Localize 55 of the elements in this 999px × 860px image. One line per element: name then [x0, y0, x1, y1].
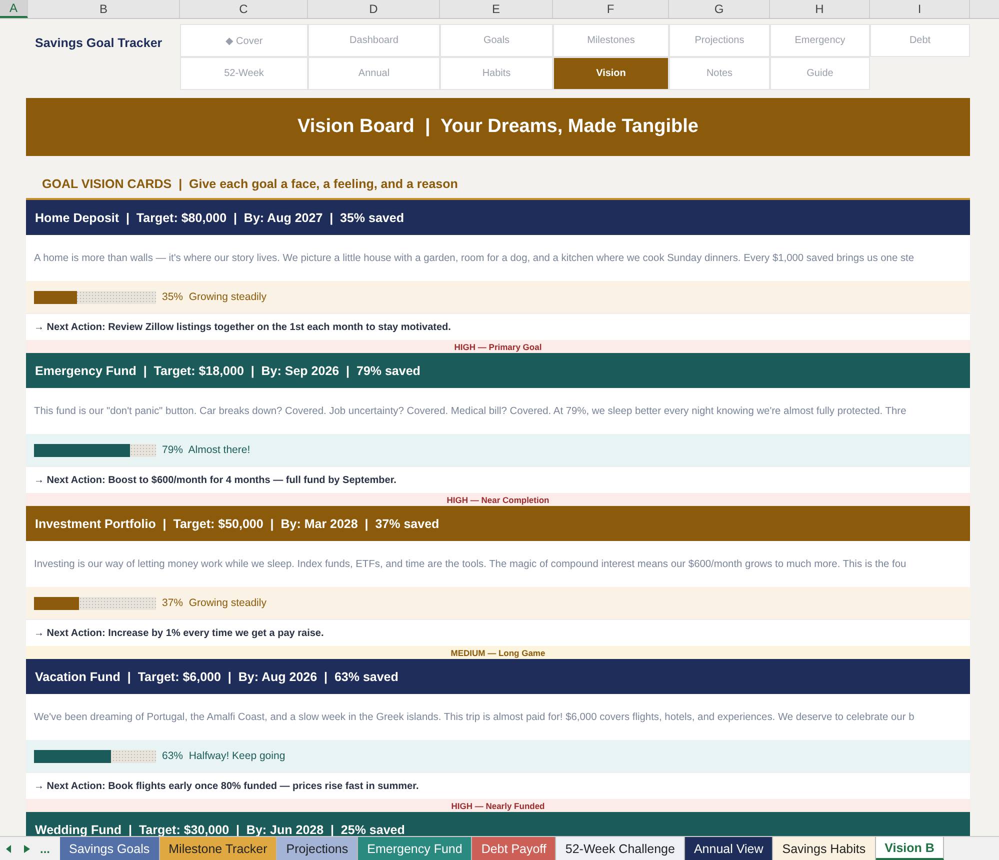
progress-reading: 79% Almost there!	[162, 444, 250, 456]
card-header: Emergency Fund | Target: $18,000 | By: Sep 2026 | 79% saved	[26, 353, 970, 388]
nav-link[interactable]: Goals	[440, 24, 553, 57]
column-header[interactable]: I	[870, 0, 970, 18]
progress-reading: 63% Halfway! Keep going	[162, 750, 286, 762]
nav-link[interactable]: Projections	[669, 24, 770, 57]
card-description: Investing is our way of letting money work while we sleep. Index funds, ETFs, and time are the tools. The magic of compound interest means our $600/month grows to much more. This is the fou	[26, 541, 970, 587]
nav-link[interactable]: Notes	[669, 57, 770, 90]
card-header: Investment Portfolio | Target: $50,000 | By: Mar 2028 | 37% saved	[26, 506, 970, 541]
workbook-title: Savings Goal Tracker	[34, 35, 164, 52]
nav-link[interactable]: Habits	[440, 57, 553, 90]
card-description: This fund is our "don't panic" button. Car breaks down? Covered. Job uncertainty? Covered. Medical bill? Covered. At 79%, we sleep better every night knowing we're almost fully protected. Thre	[26, 388, 970, 434]
nav-link[interactable]: Milestones	[553, 24, 669, 57]
next-action: → Next Action: Review Zillow listings together on the 1st each month to stay motivated.	[26, 313, 970, 340]
column-header[interactable]: D	[308, 0, 440, 18]
sheet-tab[interactable]: Projections	[277, 837, 358, 860]
priority-label: HIGH — Primary Goal	[26, 340, 970, 353]
progress-reading: 37% Growing steadily	[162, 597, 266, 609]
nav-link[interactable]: Dashboard	[308, 24, 440, 57]
sheet-tab[interactable]: 52-Week Challenge	[556, 837, 685, 860]
card-description: A home is more than walls — it's where our story lives. We picture a little house with a garden, room for a dog, and a kitchen where we cook Sunday dinners. Every $1,000 saved brings us one ste	[26, 235, 970, 281]
next-action: → Next Action: Increase by 1% every time we get a pay raise.	[26, 619, 970, 646]
page-banner: Vision Board | Your Dreams, Made Tangible	[26, 98, 970, 156]
column-header[interactable]: G	[669, 0, 770, 18]
card-header: Vacation Fund | Target: $6,000 | By: Aug 2026 | 63% saved	[26, 659, 970, 694]
card-header: Home Deposit | Target: $80,000 | By: Aug 2027 | 35% saved	[26, 200, 970, 235]
column-header[interactable]: F	[553, 0, 669, 18]
scroll-right-icon[interactable]	[24, 844, 30, 852]
priority-label: HIGH — Nearly Funded	[26, 799, 970, 812]
progress-reading: 35% Growing steadily	[162, 291, 266, 303]
priority-label: HIGH — Near Completion	[26, 493, 970, 506]
nav-link[interactable]: Debt	[870, 24, 970, 57]
column-header[interactable]: H	[770, 0, 870, 18]
nav-link[interactable]: ◆ Cover	[180, 24, 308, 57]
column-header[interactable]: E	[440, 0, 553, 18]
nav-link[interactable]: 52-Week	[180, 57, 308, 90]
nav-link[interactable]: Vision	[553, 57, 669, 90]
next-action: → Next Action: Boost to $600/month for 4 months — full fund by September.	[26, 466, 970, 493]
column-header[interactable]: A	[0, 0, 28, 18]
column-header[interactable]: B	[28, 0, 180, 18]
sheet-tab[interactable]: Milestone Tracker	[160, 837, 278, 860]
column-header[interactable]: C	[180, 0, 308, 18]
card-description: We've been dreaming of Portugal, the Amalfi Coast, and a slow week in the Greek islands. This trip is almost paid for! $6,000 covers flights, hotels, and experiences. We deserve to celebrate our b	[26, 694, 970, 740]
sheet-tab[interactable]: Debt Payoff	[472, 837, 556, 860]
scroll-left-icon[interactable]	[6, 844, 12, 852]
sheet-tab[interactable]: Vision B	[876, 837, 944, 860]
nav-link[interactable]: Annual	[308, 57, 440, 90]
sheet-tab[interactable]: Savings Habits	[773, 837, 876, 860]
sheet-tab[interactable]: Emergency Fund	[358, 837, 472, 860]
sheet-tab[interactable]: Savings Goals	[60, 837, 160, 860]
next-action: → Next Action: Book flights early once 80% funded — prices rise fast in summer.	[26, 772, 970, 799]
nav-link[interactable]: Guide	[770, 57, 870, 90]
priority-label: MEDIUM — Long Game	[26, 646, 970, 659]
nav-link[interactable]: Emergency	[770, 24, 870, 57]
sheet-tab[interactable]: Annual View	[684, 837, 774, 860]
